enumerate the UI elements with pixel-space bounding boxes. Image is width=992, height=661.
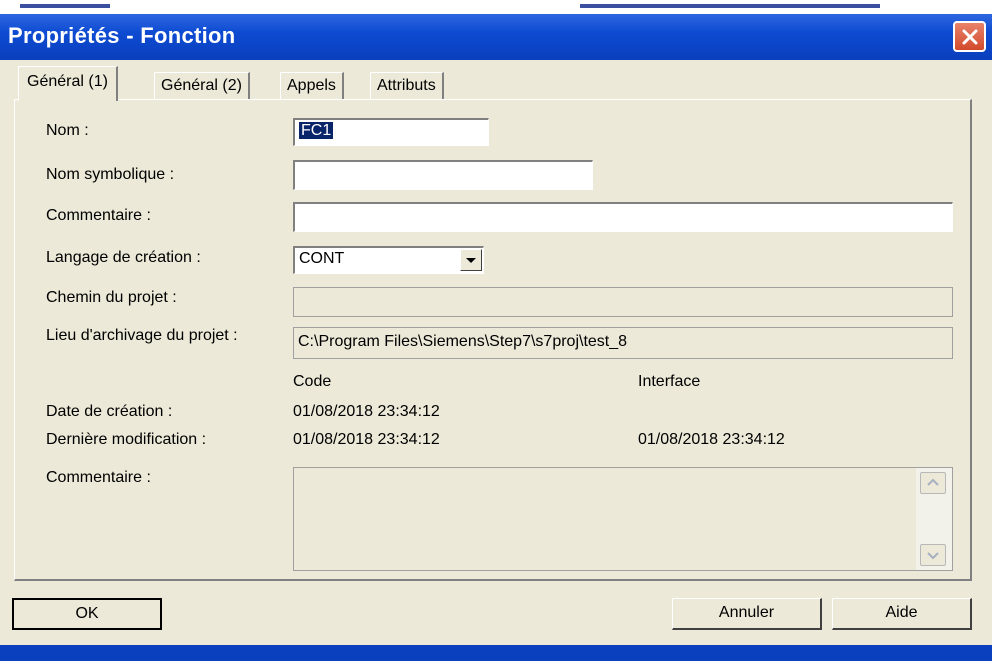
creation-date-code: 01/08/2018 23:34:12: [293, 403, 440, 420]
comment2-textarea: [293, 467, 953, 571]
tab-general-2[interactable]: Général (2): [154, 72, 250, 100]
comment-label: Commentaire :: [46, 207, 151, 224]
nom-label: Nom :: [46, 122, 89, 139]
language-value: CONT: [299, 250, 345, 267]
background-artifact: [580, 4, 880, 8]
comment-field[interactable]: [293, 202, 953, 232]
symbolic-name-field[interactable]: [293, 160, 593, 190]
dropdown-button[interactable]: [460, 249, 482, 271]
project-path-field: [293, 287, 953, 317]
close-icon: [962, 29, 978, 45]
interface-column-header: Interface: [638, 373, 701, 390]
symbolic-name-label: Nom symbolique :: [46, 166, 175, 183]
chevron-down-icon: [466, 258, 476, 263]
code-column-header: Code: [293, 373, 332, 390]
help-button[interactable]: Aide: [832, 598, 972, 630]
nom-field[interactable]: FC1: [293, 118, 489, 146]
window-title: Propriétés - Fonction: [8, 23, 236, 48]
background-artifact: [20, 4, 110, 8]
scroll-down-icon: [927, 552, 939, 560]
background-strip: [0, 0, 992, 14]
cancel-button[interactable]: Annuler: [672, 598, 822, 630]
vertical-scrollbar[interactable]: [916, 468, 952, 570]
project-path-label: Chemin du projet :: [46, 289, 177, 306]
last-modified-code: 01/08/2018 23:34:12: [293, 431, 440, 448]
tab-attributs[interactable]: Attributs: [370, 72, 444, 100]
archive-location-label: Lieu d'archivage du projet :: [46, 327, 238, 344]
archive-location-field: C:\Program Files\Siemens\Step7\s7proj\te…: [293, 327, 953, 359]
tab-appels[interactable]: Appels: [280, 72, 344, 100]
last-modified-interface: 01/08/2018 23:34:12: [638, 431, 785, 448]
title-bar[interactable]: Propriétés - Fonction: [0, 14, 992, 60]
scroll-up-icon: [927, 478, 939, 486]
bottom-bar: [0, 645, 992, 661]
scroll-down-button[interactable]: [920, 544, 946, 566]
creation-date-label: Date de création :: [46, 403, 173, 420]
scroll-up-button[interactable]: [920, 472, 946, 494]
nom-value: FC1: [299, 122, 334, 139]
language-label: Langage de création :: [46, 249, 201, 266]
last-modified-label: Dernière modification :: [46, 431, 207, 448]
ok-button[interactable]: OK: [12, 598, 162, 630]
language-select[interactable]: CONT: [293, 246, 484, 274]
tab-general-1[interactable]: Général (1): [18, 66, 118, 101]
comment2-label: Commentaire :: [46, 469, 151, 486]
close-button[interactable]: [953, 21, 986, 52]
